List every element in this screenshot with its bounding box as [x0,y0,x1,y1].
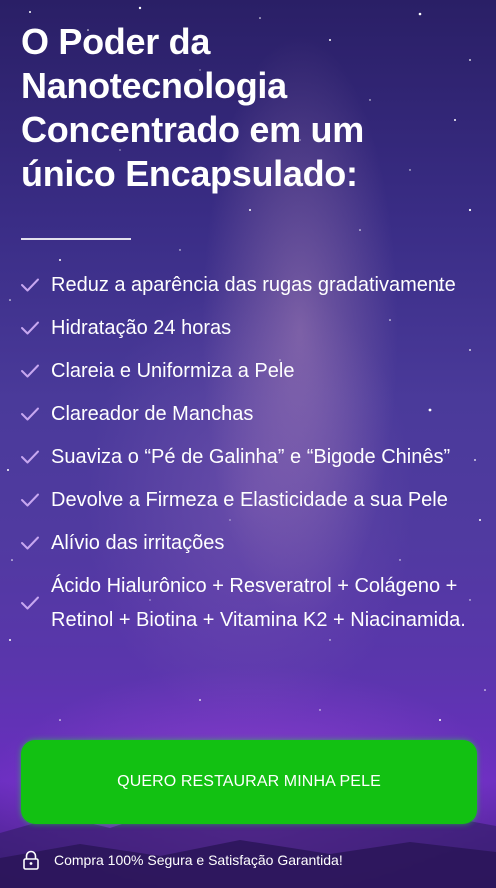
check-icon [21,321,39,335]
benefit-item: Alívio das irritações [20,526,480,560]
benefit-item: Reduz a aparência das rugas gradativamen… [20,268,480,302]
check-icon [21,278,39,292]
check-icon [21,596,39,610]
benefit-text: Suaviza o “Pé de Galinha” e “Bigode Chin… [51,446,451,468]
check-icon [21,364,39,378]
benefit-text: Clareia e Uniformiza a Pele [51,360,295,382]
benefit-item: Clareia e Uniformiza a Pele [20,354,480,388]
benefit-text: Alívio das irritações [51,532,225,554]
benefit-text: Clareador de Manchas [51,403,254,425]
headline-divider [21,238,131,240]
benefits-list: Reduz a aparência das rugas gradativamen… [20,268,480,646]
check-icon [21,407,39,421]
benefit-text: Ácido Hialurônico + Resveratrol + Coláge… [51,575,466,631]
benefit-text: Devolve a Firmeza e Elasticidade a sua P… [51,489,448,511]
benefit-text: Hidratação 24 horas [51,317,232,339]
benefit-item: Hidratação 24 horas [20,311,480,345]
benefit-item: Suaviza o “Pé de Galinha” e “Bigode Chin… [20,440,480,474]
restore-skin-button[interactable]: QUERO RESTAURAR MINHA PELE [21,740,477,824]
secure-purchase-text: Compra 100% Segura e Satisfação Garantid… [54,852,343,868]
benefit-item: Ácido Hialurônico + Resveratrol + Coláge… [20,569,480,637]
check-icon [21,493,39,507]
headline: O Poder da Nanotecnologia Concentrado em… [21,21,364,194]
lock-icon [23,850,39,870]
check-icon [21,450,39,464]
check-icon [21,536,39,550]
benefit-item: Devolve a Firmeza e Elasticidade a sua P… [20,483,480,517]
benefit-item: Clareador de Manchas [20,397,480,431]
secure-purchase-note: Compra 100% Segura e Satisfação Garantid… [22,850,343,870]
benefit-text: Reduz a aparência das rugas gradativamen… [51,274,456,296]
